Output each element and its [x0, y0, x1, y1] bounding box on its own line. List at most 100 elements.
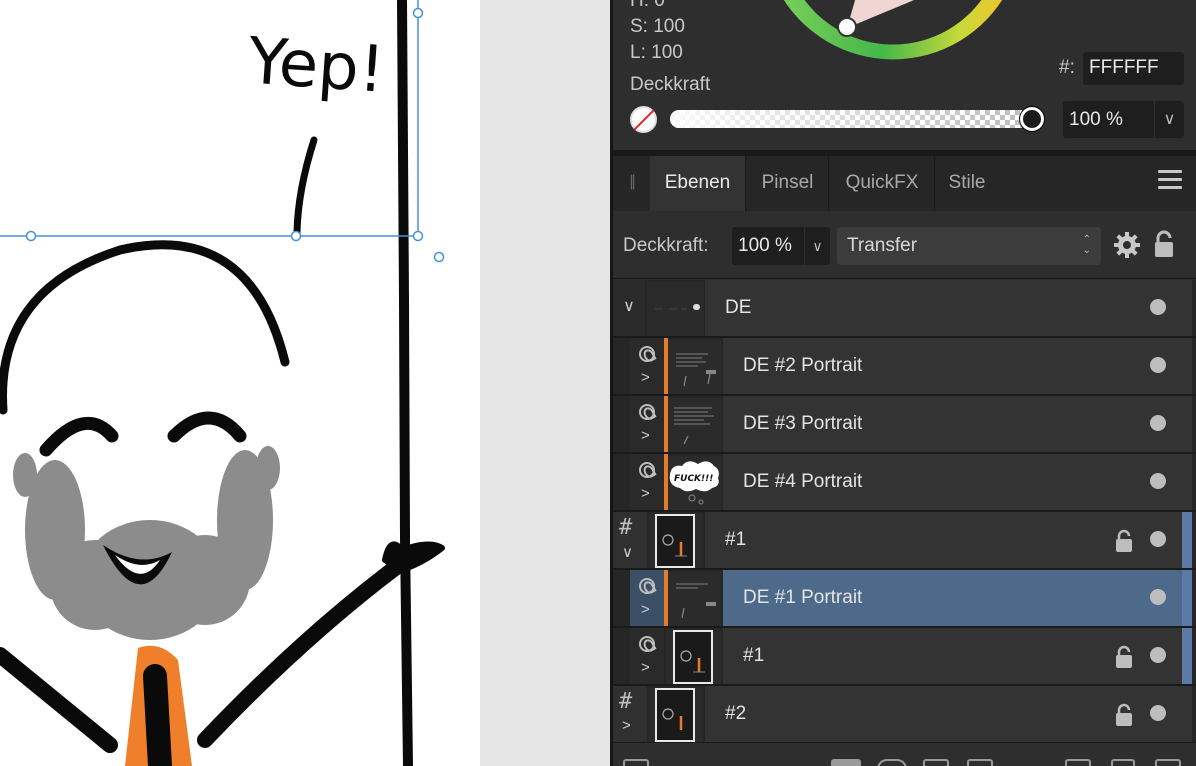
fx-icon[interactable]	[967, 759, 993, 766]
hue-handle	[837, 17, 857, 37]
artboard-icon: #	[619, 515, 633, 540]
layer-row[interactable]: > DE #3 Portrait	[613, 396, 1196, 454]
hex-input[interactable]: FFFFFF	[1083, 52, 1184, 85]
left-eye	[39, 416, 119, 457]
visibility-dot[interactable]	[1150, 589, 1166, 605]
layer-opacity-field[interactable]: 100 %	[732, 227, 804, 265]
layer-row[interactable]: # > #2	[613, 686, 1196, 744]
layer-thumbnail	[655, 514, 695, 568]
layer-name: DE #4 Portrait	[743, 471, 863, 492]
layer-name: #1	[743, 645, 765, 666]
layer-row[interactable]: ∨ DE	[613, 280, 1196, 338]
visibility-dot[interactable]	[1150, 705, 1166, 721]
tab-ebenen[interactable]: Ebenen	[650, 156, 746, 211]
chevron-right-icon[interactable]: >	[641, 485, 650, 502]
stepper-arrows-icon: ⌃ ⌄	[1082, 234, 1091, 256]
panel-menu-icon[interactable]	[1158, 170, 1182, 196]
app-window: { "canvas": { "speech_text": "Yep!", "fi…	[0, 0, 1196, 766]
thumbnail-text: FUCK!!!	[674, 474, 713, 484]
chevron-right-icon[interactable]: >	[641, 427, 650, 444]
panel-border-line	[397, 0, 413, 766]
hue-ring	[783, 0, 1003, 60]
live-filter-icon[interactable]	[923, 759, 949, 766]
layer-toolbar: Deckkraft: 100 % ∨ Transfer ⌃ ⌄	[613, 211, 1196, 279]
layer-thumbnail	[655, 688, 695, 742]
color-panel: H: 0 S: 100 L: 100 Deckkraft #: FFFFFF 1…	[613, 0, 1196, 150]
document-canvas[interactable]: Yep!	[0, 0, 480, 766]
lightness-readout: L: 100	[630, 42, 683, 63]
tab-quickfx[interactable]: QuickFX	[830, 156, 935, 211]
linked-layer-icon	[639, 404, 655, 420]
hue-readout: H: 0	[630, 0, 665, 11]
layer-row-selected[interactable]: > DE #1 Portrait	[613, 570, 1196, 628]
layer-bottom-toolbar	[613, 742, 1196, 766]
beard	[13, 446, 280, 640]
linked-layer-icon	[639, 346, 655, 362]
chevron-down-icon[interactable]: ∨	[622, 543, 633, 561]
layer-thumbnail	[668, 398, 721, 452]
layer-name: #2	[725, 703, 747, 724]
layer-opacity-label: Deckkraft:	[623, 235, 709, 256]
blend-mode-value: Transfer	[847, 235, 918, 256]
tab-pinsel[interactable]: Pinsel	[747, 156, 829, 211]
mask-icon[interactable]	[831, 759, 861, 766]
lock-icon[interactable]	[1115, 703, 1133, 727]
linked-layer-icon	[639, 636, 655, 652]
chevron-right-icon[interactable]: >	[622, 717, 631, 734]
visibility-dot[interactable]	[1150, 531, 1166, 547]
body-line	[143, 664, 172, 766]
blend-mode-select[interactable]: Transfer ⌃ ⌄	[837, 227, 1101, 265]
chevron-down-icon[interactable]: ∨	[617, 296, 641, 316]
layer-row[interactable]: > DE #2 Portrait	[613, 338, 1196, 396]
layer-name: DE #2 Portrait	[743, 355, 863, 376]
left-arm	[0, 647, 118, 753]
pasteboard	[480, 0, 610, 766]
visibility-dot[interactable]	[1150, 357, 1166, 373]
lock-icon[interactable]	[1154, 230, 1174, 258]
opacity-slider[interactable]	[670, 110, 1032, 128]
saturation-readout: S: 100	[630, 16, 685, 37]
color-wheel[interactable]	[763, 0, 1023, 80]
artboard-icon: #	[619, 689, 633, 714]
hex-label: #:	[1059, 57, 1075, 78]
chevron-right-icon[interactable]: >	[641, 659, 650, 676]
layer-row[interactable]: # ∨ #1	[613, 512, 1196, 570]
head-outline	[0, 240, 290, 415]
layers-options-icon[interactable]	[623, 759, 649, 766]
studio-panel: H: 0 S: 100 L: 100 Deckkraft #: FFFFFF 1…	[613, 0, 1196, 766]
tab-stile[interactable]: Stile	[936, 156, 998, 211]
layer-name: #1	[725, 529, 747, 550]
right-hand	[382, 541, 445, 573]
chevron-right-icon[interactable]: >	[641, 601, 650, 618]
layer-thumbnail: FUCK!!!	[668, 456, 721, 510]
visibility-dot[interactable]	[1150, 299, 1166, 315]
opacity-value-field[interactable]: 100 %	[1063, 101, 1154, 138]
panel-grip[interactable]: ||	[613, 156, 650, 211]
chevron-down-icon[interactable]: ∨	[1155, 101, 1184, 138]
lock-icon[interactable]	[1115, 529, 1133, 553]
speech-tick	[293, 136, 318, 236]
visibility-dot[interactable]	[1150, 415, 1166, 431]
chevron-right-icon[interactable]: >	[641, 369, 650, 386]
chevron-down-icon[interactable]: ∨	[805, 227, 830, 265]
gear-icon[interactable]	[1113, 231, 1141, 259]
layer-thumbnail	[668, 340, 721, 394]
layer-list: ∨ DE > DE #2 Portrait > DE #3 Portrait >…	[613, 280, 1196, 744]
visibility-dot[interactable]	[1150, 647, 1166, 663]
linked-layer-icon	[639, 462, 655, 478]
add-pixel-layer-icon[interactable]	[1111, 759, 1135, 766]
no-fill-icon[interactable]	[630, 106, 657, 133]
layer-thumbnail	[668, 572, 721, 626]
lock-icon[interactable]	[1115, 645, 1133, 669]
layer-row[interactable]: > FUCK!!! DE #4 Portrait	[613, 454, 1196, 512]
layer-name: DE #1 Portrait	[743, 587, 863, 608]
linked-layer-icon	[639, 578, 655, 594]
saturation-triangle	[847, 0, 915, 28]
layer-row[interactable]: > #1	[613, 628, 1196, 686]
add-layer-icon[interactable]	[1065, 759, 1091, 766]
artwork-svg: Yep!	[0, 0, 445, 766]
opacity-slider-handle[interactable]	[1020, 107, 1044, 131]
delete-icon[interactable]	[1155, 759, 1181, 766]
adjustment-icon[interactable]	[877, 759, 907, 766]
visibility-dot[interactable]	[1150, 473, 1166, 489]
